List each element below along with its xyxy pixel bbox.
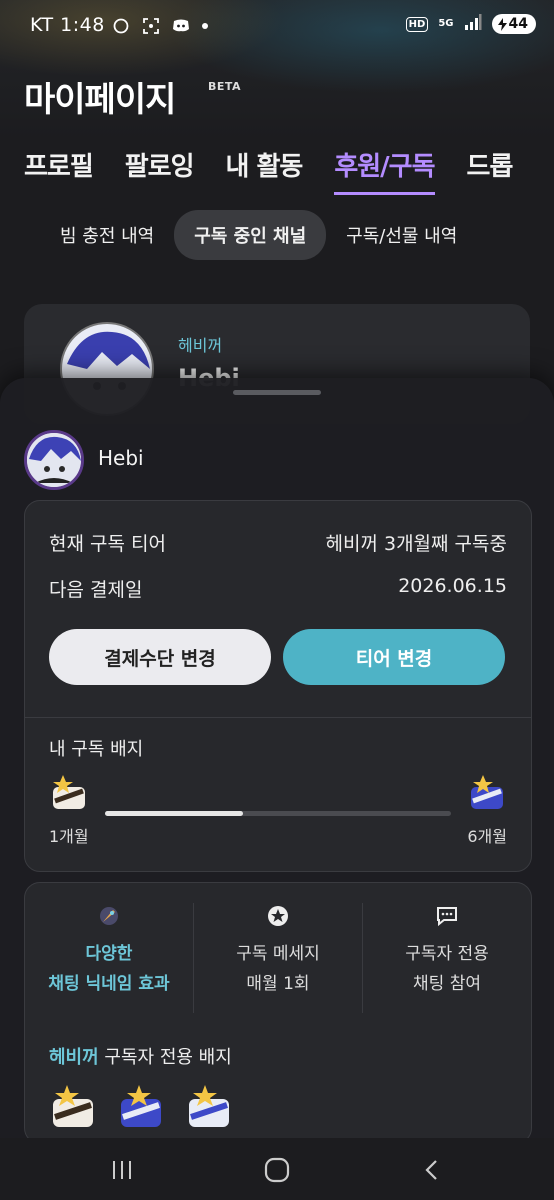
badge-start-label: 1개월	[49, 827, 89, 846]
notification-dot-icon	[202, 23, 208, 29]
network-label: 5G	[438, 18, 454, 29]
battery-indicator: 44	[491, 14, 536, 34]
badge-6-month-icon	[467, 773, 507, 813]
badge-progress-fill	[105, 811, 244, 816]
tab-drops[interactable]: 드롭	[467, 146, 514, 183]
tab-following[interactable]: 팔로잉	[125, 146, 195, 183]
recent-apps-icon[interactable]	[102, 1150, 142, 1190]
page-title: 마이페이지	[24, 80, 176, 120]
sub-tabs: 빔 충전 내역 구독 중인 채널 구독/선물 내역	[40, 210, 477, 260]
tier-label: 현재 구독 티어	[49, 533, 166, 555]
badge-end-label: 6개월	[467, 827, 507, 846]
payment-date-value: 2026.06.15	[398, 575, 507, 597]
payment-date-row: 다음 결제일 2026.06.15	[49, 575, 507, 602]
sheet-drag-handle[interactable]	[233, 390, 321, 395]
rocket-icon	[96, 903, 122, 929]
benefits-card: 다양한 채팅 닉네임 효과 구독 메세지 매월 1회 구독자 전용 채팅 참여 …	[24, 882, 532, 1144]
discord-icon	[172, 17, 190, 35]
badge-tier-1-icon	[49, 1083, 97, 1133]
subtab-beam-charge-history[interactable]: 빔 충전 내역	[40, 210, 174, 260]
change-payment-method-button[interactable]: 결제수단 변경	[49, 629, 271, 685]
payment-date-label: 다음 결제일	[49, 579, 143, 601]
subscriber-badge-title: 헤비꺼 구독자 전용 배지	[49, 1043, 232, 1069]
badge-progress-track	[105, 811, 451, 816]
screenshot-icon	[142, 17, 160, 35]
main-tabs: 프로필 팔로잉 내 활동 후원/구독 드롭	[24, 146, 544, 195]
badge-1-month-icon	[49, 773, 89, 813]
status-time: KT 1:48	[30, 14, 105, 36]
chat-icon	[434, 903, 460, 929]
benefit-subscription-message: 구독 메세지 매월 1회	[193, 903, 362, 1013]
status-bar: KT 1:48 HD 5G 44	[0, 0, 554, 56]
my-badge-title: 내 구독 배지	[49, 739, 144, 760]
home-icon[interactable]	[257, 1150, 297, 1190]
tier-row: 현재 구독 티어 헤비꺼 3개월째 구독중	[49, 529, 507, 556]
subscriber-badge-text: 구독자 전용 배지	[104, 1047, 232, 1068]
divider	[25, 717, 531, 718]
signal-icon	[464, 14, 482, 34]
tab-my-activity[interactable]: 내 활동	[226, 146, 304, 183]
subtab-subscription-gift-history[interactable]: 구독/선물 내역	[326, 210, 477, 260]
benefit-nickname-effect: 다양한 채팅 닉네임 효과	[25, 903, 193, 1013]
tab-support-subscription[interactable]: 후원/구독	[334, 146, 436, 195]
tier-value: 헤비꺼 3개월째 구독중	[325, 533, 508, 555]
channel-avatar	[24, 430, 84, 490]
channel-card-label: 헤비꺼	[178, 336, 223, 355]
subtab-subscribed-channels[interactable]: 구독 중인 채널	[174, 210, 327, 260]
hd-icon: HD	[405, 16, 429, 32]
change-tier-button[interactable]: 티어 변경	[283, 629, 505, 685]
channel-name: Hebi	[98, 446, 144, 470]
back-icon[interactable]	[412, 1150, 452, 1190]
subscriber-badge-list	[49, 1083, 233, 1133]
subscriber-badge-channel: 헤비꺼	[49, 1047, 99, 1068]
badge-tier-3-icon	[185, 1083, 233, 1133]
beta-label: BETA	[208, 80, 242, 93]
star-circle-icon	[265, 903, 291, 929]
system-nav-bar	[0, 1138, 554, 1200]
benefit-subscriber-chat: 구독자 전용 채팅 참여	[362, 903, 531, 1013]
badge-tier-2-icon	[117, 1083, 165, 1133]
chat-bubble-icon	[112, 17, 130, 35]
subscription-bottom-sheet: Hebi 현재 구독 티어 헤비꺼 3개월째 구독중 다음 결제일 2026.0…	[0, 378, 554, 1144]
tab-profile[interactable]: 프로필	[24, 146, 94, 183]
subscription-info-card: 현재 구독 티어 헤비꺼 3개월째 구독중 다음 결제일 2026.06.15 …	[24, 500, 532, 872]
